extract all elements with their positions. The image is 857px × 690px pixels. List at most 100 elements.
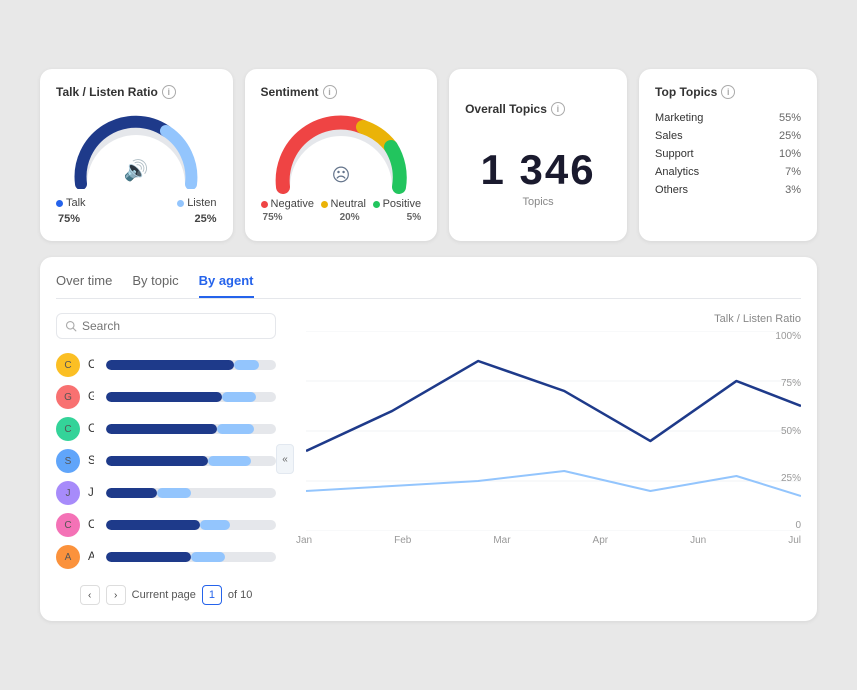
sentiment-title: Sentiment i (261, 85, 422, 99)
agent-bar-dark (106, 552, 191, 562)
listen-value: 25% (193, 213, 217, 225)
talk-listen-gauge-svg: 🔊 (66, 109, 206, 189)
topic-row: Others3% (655, 181, 801, 199)
chart-x-labels: JanFebMarAprJunJul (286, 535, 801, 546)
search-box[interactable] (56, 313, 276, 339)
topic-row: Analytics 7% (655, 163, 801, 181)
svg-text:☹: ☹ (331, 165, 350, 185)
chart-svg (306, 331, 801, 531)
avatar: C (56, 513, 80, 537)
agent-bar-track (106, 456, 276, 466)
pagination: ‹ › Current page 1 of 10 (56, 585, 276, 605)
agent-bar-dark (106, 392, 222, 402)
topic-pct: 7% (785, 166, 801, 178)
listen-label: Listen (177, 197, 216, 209)
neutral-label: Neutral (321, 198, 366, 210)
agent-name: Jerome Bell (88, 487, 94, 499)
current-page-label: Current page (132, 589, 196, 601)
overall-topics-number: 1 346 (481, 146, 596, 194)
agent-name: Cameron Williamson (88, 359, 94, 371)
chart-x-label: Jul (788, 535, 801, 546)
agent-bar-dark (106, 456, 208, 466)
chart-x-label: Mar (493, 535, 510, 546)
agent-bar-dark (106, 424, 217, 434)
talk-dot (56, 200, 63, 207)
talk-listen-info-icon[interactable]: i (162, 85, 176, 99)
avatar: A (56, 545, 80, 569)
topic-row: Marketing55% (655, 109, 801, 127)
agent-bar-track (106, 424, 276, 434)
topic-pct: 25% (779, 130, 801, 142)
agent-bar-light (157, 488, 191, 498)
talk-label: Talk (56, 197, 86, 209)
agents-list: C Cameron Williamson G Guy Hawkins C Cod… (56, 349, 276, 573)
topic-name: Sales (655, 130, 683, 142)
agent-name: Guy Hawkins (88, 391, 94, 403)
collapse-button[interactable]: « (276, 444, 294, 474)
topic-name: Support (655, 148, 694, 160)
positive-dot (373, 201, 380, 208)
agent-name: Savannah Nguyen (88, 455, 94, 467)
avatar: C (56, 353, 80, 377)
avatar: S (56, 449, 80, 473)
agents-panel: C Cameron Williamson G Guy Hawkins C Cod… (56, 313, 276, 605)
overall-topics-label: Topics (522, 196, 553, 208)
agent-row: J Jerome Bell (56, 477, 276, 509)
top-topics-card: Top Topics i Marketing55%Sales25%Support… (639, 69, 817, 241)
listen-dot (177, 200, 184, 207)
bottom-section: Over time By topic By agent C Cameron Will… (40, 257, 817, 621)
topic-pct: 55% (779, 112, 801, 124)
topic-row: Sales 25% (655, 127, 801, 145)
agent-row: C Cameron Williamson (56, 349, 276, 381)
agent-bar-track (106, 488, 276, 498)
talk-listen-gauge: 🔊 (56, 109, 217, 189)
topic-pct: 3% (785, 184, 801, 196)
chart-panel: « Talk / Listen Ratio (276, 313, 801, 605)
negative-label: Negative (261, 198, 314, 210)
topic-row: Support10% (655, 145, 801, 163)
agent-row: G Guy Hawkins (56, 381, 276, 413)
chart-area: 100% 75% 50% 25% 0 (306, 331, 801, 531)
agent-name: Cody Fisher (88, 423, 94, 435)
agent-bar-dark (106, 520, 200, 530)
top-topics-info-icon[interactable]: i (721, 85, 735, 99)
agent-bar-track (106, 392, 276, 402)
search-input[interactable] (82, 319, 267, 333)
tabs: Over time By topic By agent (56, 273, 801, 299)
sentiment-values: 75% 20% 5% (261, 212, 422, 223)
next-page-button[interactable]: › (106, 585, 126, 605)
agent-bar-light (208, 456, 251, 466)
sentiment-info-icon[interactable]: i (323, 85, 337, 99)
talk-listen-title: Talk / Listen Ratio i (56, 85, 217, 99)
agent-row: C Courtney Henry (56, 509, 276, 541)
avatar: G (56, 385, 80, 409)
overall-topics-info-icon[interactable]: i (551, 102, 565, 116)
chart-header: Talk / Listen Ratio (306, 313, 801, 325)
prev-page-button[interactable]: ‹ (80, 585, 100, 605)
agent-row: C Cody Fisher (56, 413, 276, 445)
tab-by-agent[interactable]: By agent (199, 273, 254, 298)
page-number: 1 (202, 585, 222, 605)
sentiment-gauge: ☹ (261, 109, 422, 194)
agent-name: Annette Black (88, 551, 94, 563)
overall-topics-card: Overall Topics i 1 346 Topics (449, 69, 627, 241)
overall-topics-title: Overall Topics i (465, 102, 611, 116)
tab-by-topic[interactable]: By topic (132, 273, 178, 298)
avatar: C (56, 417, 80, 441)
agent-bar-light (217, 424, 254, 434)
topic-name: Analytics (655, 166, 699, 178)
tab-over-time[interactable]: Over time (56, 273, 112, 298)
sentiment-gauge-svg: ☹ (271, 109, 411, 194)
talk-listen-labels: Talk Listen (56, 197, 217, 209)
agent-bar-track (106, 552, 276, 562)
agent-row: A Annette Black (56, 541, 276, 573)
negative-dot (261, 201, 268, 208)
total-pages-label: of 10 (228, 589, 252, 601)
agent-bar-light (234, 360, 260, 370)
agent-bar-track (106, 520, 276, 530)
talk-value: 75% (56, 213, 80, 225)
sentiment-labels: Negative Neutral Positive (261, 198, 422, 210)
agent-name: Courtney Henry (88, 519, 94, 531)
agent-row: S Savannah Nguyen (56, 445, 276, 477)
talk-listen-values: 75% 25% (56, 213, 217, 225)
